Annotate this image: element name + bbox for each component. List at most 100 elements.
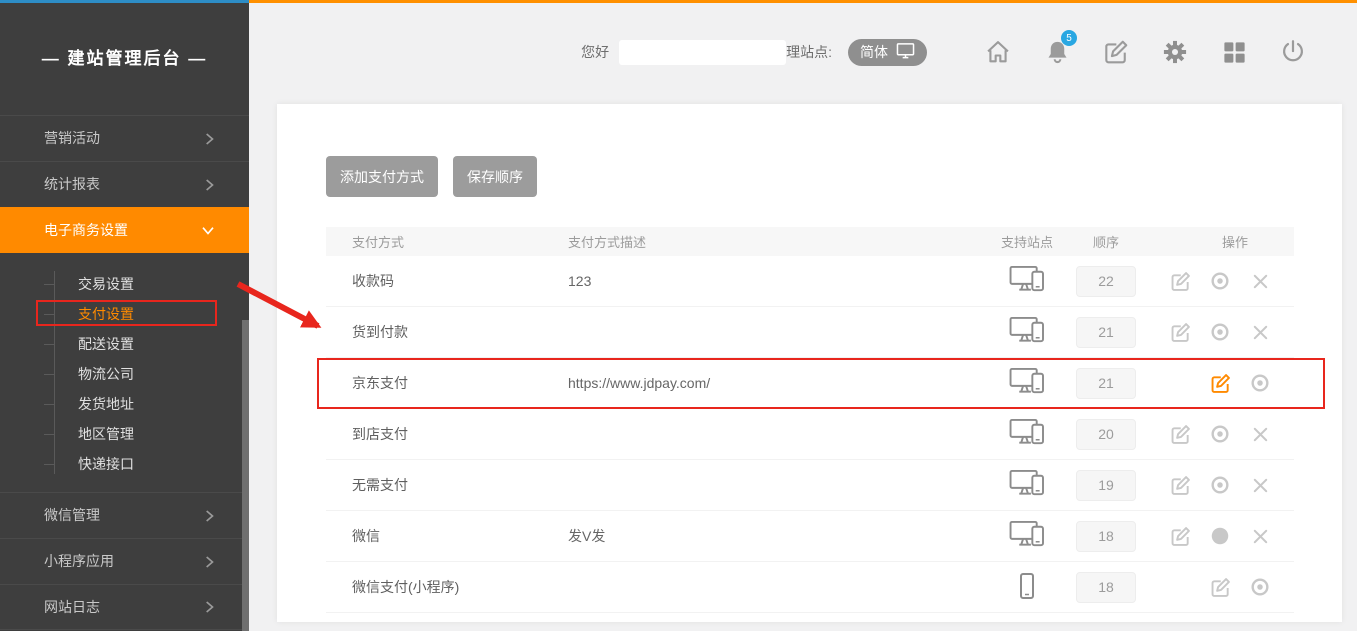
view-icon[interactable] (1208, 269, 1232, 293)
notification-badge: 5 (1061, 30, 1077, 46)
submenu-item-delivery-settings[interactable]: 配送设置 (0, 329, 249, 359)
close-icon[interactable] (1248, 422, 1272, 446)
payment-method-name: 无需支付 (326, 475, 568, 495)
save-order-button[interactable]: 保存顺序 (453, 156, 537, 197)
edit-icon[interactable] (1208, 371, 1232, 395)
sidebar-item-label: 统计报表 (44, 176, 100, 192)
payment-method-name: 货到付款 (326, 322, 568, 342)
payment-settings-panel: 添加支付方式 保存顺序 支付方式 支付方式描述 支持站点 顺序 操作 收款码12… (277, 104, 1342, 622)
view-icon[interactable] (1208, 473, 1232, 497)
view-icon[interactable] (1248, 371, 1272, 395)
chevron-right-icon (205, 539, 215, 584)
submenu-item-payment-settings[interactable]: 支付设置 (0, 299, 249, 329)
add-payment-method-button[interactable]: 添加支付方式 (326, 156, 438, 197)
table-row: 货到付款 21 (326, 307, 1294, 358)
submenu-item-region-management[interactable]: 地区管理 (0, 419, 249, 449)
mobile-icon (1020, 573, 1034, 602)
desktop-mobile-icon (1009, 621, 1046, 622)
close-icon[interactable] (1248, 320, 1272, 344)
table-row: 微信支付(小程序)18 (326, 562, 1294, 613)
sidebar-item-label: 网站日志 (44, 599, 100, 615)
order-input[interactable]: 18 (1076, 572, 1136, 603)
close-icon[interactable] (1248, 473, 1272, 497)
admin-page: — 建站管理后台 — 营销活动 统计报表 电子商务设置 交易设置 支付设置 配送… (0, 0, 1357, 631)
sidebar-item-ecommerce-settings[interactable]: 电子商务设置 (0, 207, 249, 253)
compose-icon[interactable] (1101, 37, 1131, 67)
submenu-item-logistics-company[interactable]: 物流公司 (0, 359, 249, 389)
redacted-username (619, 40, 786, 65)
edit-icon[interactable] (1168, 320, 1192, 344)
table-row: 无需支付 19 (326, 460, 1294, 511)
edit-icon[interactable] (1168, 422, 1192, 446)
toolbar: 添加支付方式 保存顺序 (277, 104, 1342, 197)
order-input[interactable]: 18 (1076, 521, 1136, 552)
chevron-right-icon (205, 493, 215, 538)
edit-icon[interactable] (1168, 473, 1192, 497)
notification-bell-icon[interactable]: 5 (1042, 37, 1072, 67)
payment-method-name: 收款码 (326, 271, 568, 291)
main-area: 您好 管理站点: 简体 5 (249, 0, 1357, 631)
submenu-item-express-interface[interactable]: 快递接口 (0, 449, 249, 479)
table-body: 收款码12322货到付款21京东支付https://www.jdpay.com/… (326, 256, 1294, 622)
monitor-icon (896, 42, 915, 62)
view-icon[interactable] (1208, 422, 1232, 446)
topbar: 您好 管理站点: 简体 5 (249, 0, 1357, 104)
sidebar-item-marketing[interactable]: 营销活动 (0, 115, 249, 161)
order-input[interactable]: 21 (1076, 317, 1136, 348)
submenu-item-transaction-settings[interactable]: 交易设置 (0, 269, 249, 299)
power-logout-icon[interactable] (1278, 37, 1308, 67)
chevron-right-icon (205, 162, 215, 207)
secondary-menu: 微信管理 小程序应用 网站日志 (0, 492, 249, 630)
desktop-mobile-icon (1009, 519, 1046, 553)
close-icon[interactable] (1248, 524, 1272, 548)
greeting-text: 您好 (581, 42, 609, 62)
apps-grid-icon[interactable] (1219, 37, 1249, 67)
op-spacer (1168, 371, 1192, 395)
view-icon[interactable] (1248, 575, 1272, 599)
edit-icon[interactable] (1168, 269, 1192, 293)
op-spacer (1168, 575, 1192, 599)
settings-gear-icon[interactable] (1160, 37, 1190, 67)
table-row: 微信发V发 18 (326, 511, 1294, 562)
disabled-dot-icon[interactable] (1208, 524, 1232, 548)
language-switch-button[interactable]: 简体 (848, 39, 927, 66)
sidebar-item-site-logs[interactable]: 网站日志 (0, 584, 249, 630)
app-title: — 建站管理后台 — (0, 0, 249, 69)
sidebar-item-label: 电子商务设置 (44, 222, 128, 238)
payment-method-description: 发V发 (568, 526, 966, 546)
desktop-mobile-icon (1009, 417, 1046, 451)
language-label: 简体 (860, 42, 888, 62)
payment-method-description: 123 (568, 273, 966, 289)
sidebar-scrollbar[interactable] (242, 320, 249, 631)
payment-method-name: 到店支付 (326, 424, 568, 444)
main-menu: 营销活动 统计报表 电子商务设置 (0, 115, 249, 253)
order-input[interactable]: 21 (1076, 368, 1136, 399)
sidebar-accent-line (0, 0, 249, 3)
order-input[interactable]: 22 (1076, 266, 1136, 297)
payment-method-name: 微信 (326, 526, 568, 546)
column-header-operations: 操作 (1136, 232, 1294, 251)
view-icon[interactable] (1208, 320, 1232, 344)
column-header-supported-sites: 支持站点 (966, 232, 1076, 251)
edit-icon[interactable] (1208, 575, 1232, 599)
sidebar-item-statistics[interactable]: 统计报表 (0, 161, 249, 207)
order-input[interactable]: 20 (1076, 419, 1136, 450)
submenu-ecommerce: 交易设置 支付设置 配送设置 物流公司 发货地址 地区管理 快递接口 (0, 253, 249, 492)
chevron-down-icon (201, 208, 215, 253)
sidebar-item-label: 营销活动 (44, 130, 100, 146)
desktop-mobile-icon (1009, 468, 1046, 502)
sidebar-item-wechat-management[interactable]: 微信管理 (0, 492, 249, 538)
table-header-row: 支付方式 支付方式描述 支持站点 顺序 操作 (326, 227, 1294, 256)
table-row: 收款码123 22 (326, 256, 1294, 307)
payment-methods-table: 支付方式 支付方式描述 支持站点 顺序 操作 收款码12322货到付款21京东支… (326, 227, 1294, 622)
close-icon[interactable] (1248, 269, 1272, 293)
column-header-order: 顺序 (1076, 232, 1136, 251)
desktop-mobile-icon (1009, 264, 1046, 298)
main-accent-line (249, 0, 1357, 3)
edit-icon[interactable] (1168, 524, 1192, 548)
sidebar-item-miniprogram-apps[interactable]: 小程序应用 (0, 538, 249, 584)
order-input[interactable]: 19 (1076, 470, 1136, 501)
home-icon[interactable] (983, 37, 1013, 67)
submenu-item-shipping-address[interactable]: 发货地址 (0, 389, 249, 419)
sidebar-item-label: 小程序应用 (44, 553, 114, 569)
